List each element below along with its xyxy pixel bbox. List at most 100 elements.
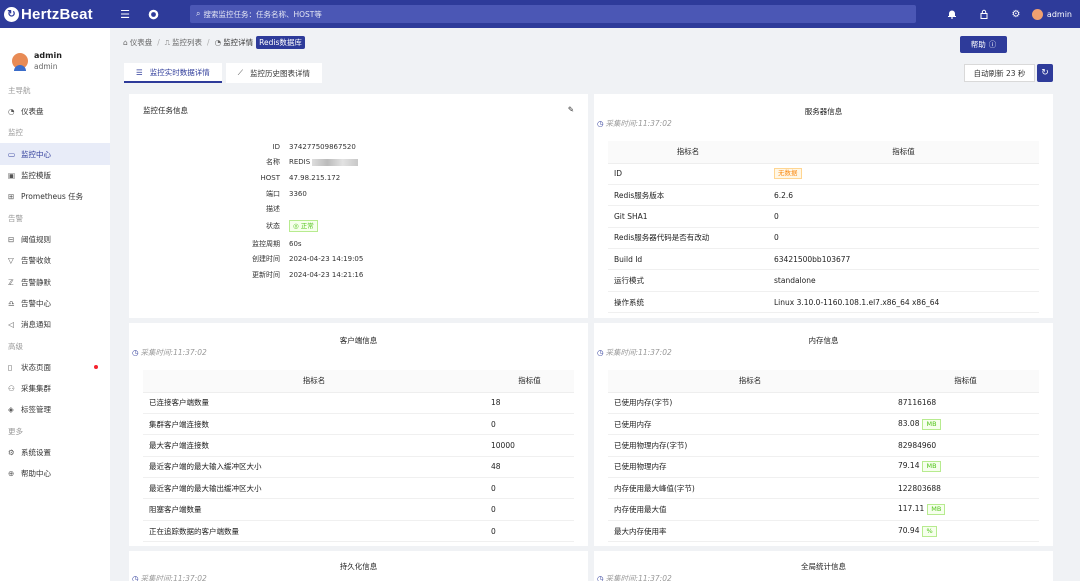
metric-value: 79.14 MB xyxy=(892,456,1039,479)
info-label: 更新时间 xyxy=(252,270,280,279)
sidebar-item-silence[interactable]: ℤ 告警静默 xyxy=(0,271,110,292)
card-title: 内存信息 xyxy=(808,336,839,345)
memory-info-card: 内存信息 ◷ 采集时间:11:37:02 指标名 指标值 已使用内存(字节) 8711… xyxy=(594,323,1053,546)
server-info-card: 服务器信息 ◷ 采集时间:11:37:02 指标名 指标值 ID 无数据 Redis服… xyxy=(594,94,1053,318)
sidebar-item-monitor-center[interactable]: ▭ 监控中心 xyxy=(0,143,110,165)
table-row: 最大内存使用率 70.94% xyxy=(608,520,1039,543)
sidebar-item-dashboard[interactable]: ◔ 仪表盘 xyxy=(0,101,110,122)
collect-time-text: 采集时间:11:37:02 xyxy=(140,574,207,581)
info-label: 端口 xyxy=(266,189,280,198)
info-value: 47.98.215.172 xyxy=(289,173,341,182)
profile-name: admin xyxy=(34,51,62,60)
metric-name: 最近客户端的最大输入缓冲区大小 xyxy=(143,456,485,479)
sidebar-item-prometheus[interactable]: ⊞ Prometheus 任务 xyxy=(0,186,110,207)
table-row: 阻塞客户端数量 0 xyxy=(143,498,574,521)
sidebar-item-label: 监控模版 xyxy=(21,170,51,180)
sidebar-item-label: 帮助中心 xyxy=(21,469,51,479)
card-title: 服务器信息 xyxy=(804,107,843,116)
collect-time: ◷ 采集时间:11:37:02 xyxy=(132,347,588,358)
help-label: 帮助 xyxy=(970,40,986,49)
table-row: 操作系统 Linux 3.10.0-1160.108.1.el7.x86_64 x… xyxy=(608,291,1039,314)
metric-value: 0 xyxy=(768,227,1039,250)
sidebar-item-alert-center[interactable]: ♎ 告警中心 xyxy=(0,293,110,314)
avatar xyxy=(1031,8,1043,20)
table-row: 内存使用最大峰值(字节) 122803688 xyxy=(608,477,1039,500)
monitor-type-tag: Redis数据库 xyxy=(256,36,305,49)
sidebar-item-help-center[interactable]: ⊕ 帮助中心 xyxy=(0,463,110,484)
sidebar-item-label: 告警静默 xyxy=(21,277,51,287)
sidebar-item-settings[interactable]: ⚙ 系统设置 xyxy=(0,442,110,463)
collect-time-text: 采集时间:11:37:02 xyxy=(605,574,672,581)
home-icon: ⌂ xyxy=(123,38,128,47)
column-header: 指标值 xyxy=(485,370,574,393)
sidebar-item-threshold[interactable]: ⊟ 阈值规则 xyxy=(0,229,110,250)
sidebar-item-tags[interactable]: ◈ 标签管理 xyxy=(0,399,110,420)
metric-name: Git SHA1 xyxy=(608,205,768,228)
message-icon: ◁ xyxy=(8,320,14,330)
table-row: ID 无数据 xyxy=(608,163,1039,185)
metric-name: 内存使用最大峰值(字节) xyxy=(608,477,892,500)
github-icon[interactable] xyxy=(146,7,160,21)
sidebar-item-converge[interactable]: ▽ 告警收敛 xyxy=(0,250,110,271)
sidebar-item-label: 仪表盘 xyxy=(21,107,44,117)
breadcrumb-separator: / xyxy=(157,38,160,47)
refresh-icon: ↻ xyxy=(1041,68,1049,78)
sidebar-item-label: 阈值规则 xyxy=(21,234,51,244)
search-input[interactable]: ⌕ 搜索监控任务：任务名称、HOST等 xyxy=(190,5,916,23)
refresh-button[interactable]: ↻ xyxy=(1037,64,1053,82)
line-chart-icon: ⟋ xyxy=(237,68,243,77)
sidebar-item-label: 采集集群 xyxy=(21,384,51,394)
menu-toggle-icon[interactable]: ☰ xyxy=(118,7,132,21)
metric-name: 已使用物理内存(字节) xyxy=(608,434,892,457)
metric-name: 阻塞客户端数量 xyxy=(143,498,485,521)
tab-realtime[interactable]: ☰ 监控实时数据详情 xyxy=(124,63,222,83)
sidebar-item-notice[interactable]: ◁ 消息通知 xyxy=(0,314,110,335)
sidebar-item-label: Prometheus 任务 xyxy=(21,192,84,202)
metric-number: 117.11 xyxy=(898,504,925,514)
table-row: 运行模式 standalone xyxy=(608,269,1039,292)
tab-history[interactable]: ⟋ 监控历史图表详情 xyxy=(225,63,322,83)
sidebar-item-status-page[interactable]: ▯ 状态页面 xyxy=(0,357,110,378)
unit-badge: % xyxy=(922,525,937,537)
user-profile: admin admin xyxy=(0,28,110,80)
breadcrumb-home[interactable]: 仪表盘 xyxy=(130,37,153,48)
edit-icon[interactable]: ✎ xyxy=(568,105,574,116)
breadcrumb-detail: 监控详情 xyxy=(223,38,254,47)
metric-name: 最近客户端的最大输出缓冲区大小 xyxy=(143,477,485,500)
metric-name: 最大内存使用率 xyxy=(608,520,892,543)
bell-icon[interactable] xyxy=(936,9,968,19)
metric-name: 最大客户端连接数 xyxy=(143,434,485,457)
column-header: 指标名 xyxy=(608,141,768,164)
info-value: 3360 xyxy=(289,189,307,198)
metric-name: 集群客户端连接数 xyxy=(143,413,485,436)
table-row: Redis服务器代码是否有改动 0 xyxy=(608,227,1039,250)
nav-group-more: 更多 xyxy=(8,426,23,436)
user-menu[interactable]: admin xyxy=(1031,8,1080,20)
profile-role: admin xyxy=(34,62,58,71)
sidebar-item-collector[interactable]: ⚇ 采集集群 xyxy=(0,378,110,399)
globe-icon: ⊕ xyxy=(8,469,15,479)
info-row-port: 端口 3360 xyxy=(129,186,588,202)
metric-name: 已使用内存(字节) xyxy=(608,392,892,414)
table-row: 已使用内存 83.08 MB xyxy=(608,413,1039,436)
help-button[interactable]: 帮助 ⓘ xyxy=(960,36,1007,53)
metric-value: 117.11 MB xyxy=(892,498,1039,521)
metric-value: 0 xyxy=(485,498,574,521)
memory-table: 指标名 指标值 已使用内存(字节) 87116168 已使用内存 83.08 MB 已使… xyxy=(608,370,1039,543)
detail-icon: ◔ xyxy=(214,38,222,47)
auto-refresh-select[interactable]: 自动刷新 23 秒 xyxy=(964,64,1035,82)
lock-icon[interactable] xyxy=(968,9,1000,19)
info-value: 60s xyxy=(289,239,302,248)
breadcrumb-list[interactable]: 监控列表 xyxy=(172,37,202,48)
metric-number: 83.08 xyxy=(898,418,920,428)
metric-value: 83.08 MB xyxy=(892,413,1039,436)
sidebar-item-monitor-template[interactable]: ▣ 监控模版 xyxy=(0,165,110,186)
info-row-status: 状态 ◎ 正常 xyxy=(129,217,588,236)
table-row: 正在追踪数据的客户端数量 0 xyxy=(143,520,574,543)
info-row-id: ID 374277509867520 xyxy=(129,139,588,155)
gear-icon[interactable]: ⚙ xyxy=(1000,9,1032,20)
table-row: Redis服务版本 6.2.6 xyxy=(608,184,1039,207)
list-icon: ☰ xyxy=(136,67,143,77)
table-row: Git SHA1 0 xyxy=(608,205,1039,228)
logo[interactable]: ↻ HertzBeat xyxy=(0,6,110,23)
